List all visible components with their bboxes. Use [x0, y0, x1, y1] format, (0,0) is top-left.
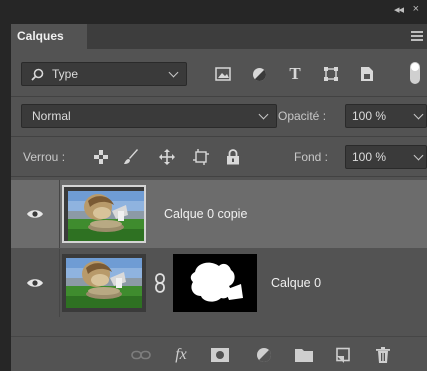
filter-toggle[interactable] [410, 62, 420, 84]
lock-image-pixels-icon[interactable] [121, 147, 141, 167]
new-adjustment-icon[interactable] [254, 346, 274, 364]
lock-transparent-pixels-icon[interactable] [91, 147, 111, 167]
chevron-down-icon [413, 109, 424, 120]
close-panel-icon[interactable]: × [413, 3, 419, 15]
filter-kind-label: Type [52, 67, 79, 81]
visibility-column [11, 249, 60, 317]
blend-mode-select[interactable]: Normal [21, 104, 277, 128]
opacity-label: Opacité : [278, 109, 327, 123]
opacity-value: 100 % [352, 109, 387, 123]
layers-panel: ◂◂ × Calques Type T Normal Opacité : 100… [11, 0, 427, 371]
search-icon [31, 68, 44, 81]
layer-thumbnail-image [66, 258, 142, 308]
tab-layers[interactable]: Calques [11, 24, 87, 49]
chevron-down-icon [168, 67, 179, 78]
layer-thumbnail[interactable] [62, 185, 146, 243]
panel-title-bar: ◂◂ × [11, 0, 427, 24]
smart-object-filter-icon[interactable] [357, 64, 377, 84]
layer-name[interactable]: Calque 0 [271, 276, 321, 290]
lock-all-icon[interactable] [223, 147, 243, 167]
tab-bar: Calques [11, 24, 427, 49]
divider [11, 136, 427, 137]
layer-row[interactable]: Calque 0 copie [11, 180, 427, 248]
add-mask-icon[interactable] [210, 346, 230, 364]
image-filter-icon[interactable] [213, 64, 233, 84]
layer-name[interactable]: Calque 0 copie [164, 207, 247, 221]
layer-thumbnail-image [68, 191, 144, 241]
new-group-icon[interactable] [294, 346, 314, 364]
eye-icon[interactable] [26, 277, 44, 289]
layer-thumbnail[interactable] [62, 254, 146, 312]
fill-value: 100 % [352, 150, 387, 164]
delete-layer-icon[interactable] [373, 346, 393, 364]
divider [11, 96, 427, 97]
shape-filter-icon[interactable] [321, 64, 341, 84]
adjustment-filter-icon[interactable] [249, 64, 269, 84]
collapse-panel-icon[interactable]: ◂◂ [394, 3, 404, 16]
eye-icon[interactable] [26, 208, 44, 220]
opacity-input[interactable]: 100 % [345, 104, 427, 128]
layer-filter-select[interactable]: Type [21, 62, 187, 86]
fx-icon[interactable]: fx [171, 346, 191, 364]
panel-menu-icon[interactable] [411, 31, 423, 42]
link-layers-icon[interactable] [131, 346, 151, 364]
type-filter-icon[interactable]: T [285, 64, 305, 84]
chevron-down-icon [413, 150, 424, 161]
left-dock-edge [0, 0, 11, 371]
visibility-column [11, 180, 60, 248]
fill-input[interactable]: 100 % [345, 145, 427, 169]
layers-list: Calque 0 copie Calque 0 [11, 177, 427, 327]
lock-artboard-icon[interactable] [191, 147, 211, 167]
layer-mask-shape [190, 262, 243, 302]
lock-label: Verrou : [23, 150, 66, 164]
layer-row[interactable]: Calque 0 [11, 249, 427, 317]
layer-mask-thumbnail[interactable] [173, 254, 257, 312]
mask-link-icon[interactable] [154, 273, 166, 293]
blend-mode-value: Normal [32, 109, 71, 123]
new-layer-icon[interactable] [333, 346, 353, 364]
fill-label: Fond : [294, 150, 329, 164]
chevron-down-icon [258, 109, 269, 120]
lock-position-icon[interactable] [157, 147, 177, 167]
